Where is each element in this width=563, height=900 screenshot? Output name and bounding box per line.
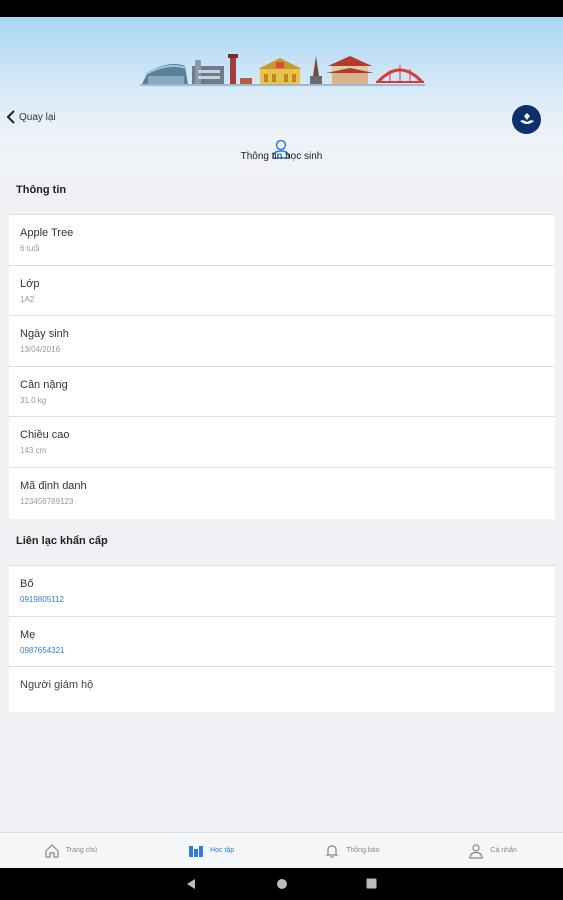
nav-label: Thông báo	[346, 847, 380, 854]
recents-square-icon[interactable]	[366, 878, 377, 889]
info-section-title: Thông tin	[16, 184, 67, 196]
info-row-weight[interactable]: Cân nặng 31.0 kg	[9, 367, 555, 418]
row-value: 13/04/2016	[20, 345, 61, 355]
row-value: 123456789123	[20, 496, 74, 506]
info-row-name[interactable]: Apple Tree 6 tuổi	[9, 215, 555, 266]
info-row-height[interactable]: Chiều cao 143 cm	[9, 417, 555, 468]
info-card: Apple Tree 6 tuổi Lớp 1A2 Ngày sinh 13/0…	[9, 214, 555, 519]
row-label: Chiều cao	[20, 429, 70, 442]
nav-study[interactable]: Học tập	[141, 833, 282, 868]
header-banner: Quay lại Thông tin học sinh	[0, 17, 563, 187]
nav-label: Cá nhân	[490, 847, 517, 854]
system-nav-bar	[0, 868, 563, 900]
chevron-left-icon	[6, 110, 15, 124]
contact-row-guardian[interactable]: Người giám hộ	[9, 667, 555, 712]
row-label: Mã định danh	[20, 479, 87, 492]
row-label: Mẹ	[20, 628, 36, 641]
row-label: Người giám hộ	[20, 679, 94, 692]
bottom-nav: Trang chủ Học tập Thông báo Cá nhân	[0, 832, 563, 868]
nav-profile[interactable]: Cá nhân	[422, 833, 563, 868]
row-label: Bố	[20, 578, 34, 590]
row-label: Lớp	[20, 277, 40, 290]
city-skyline-illustration	[140, 54, 425, 86]
contact-row-father[interactable]: Bố 0919805112	[9, 566, 555, 617]
row-value: 1A2	[20, 294, 35, 304]
info-row-birthday[interactable]: Ngày sinh 13/04/2016	[9, 316, 555, 367]
row-label: Ngày sinh	[20, 328, 69, 341]
phone-link[interactable]: 0987654321	[20, 646, 555, 656]
info-row-id[interactable]: Mã định danh 123456789123	[9, 468, 555, 519]
person-icon	[469, 843, 483, 859]
row-value: 31.0 kg	[20, 395, 47, 405]
back-label: Quay lại	[19, 111, 56, 123]
contact-card: Bố 0919805112 Mẹ 0987654321 Người giám h…	[9, 565, 555, 713]
row-label: Apple Tree	[20, 227, 74, 239]
row-label: Cân nặng	[20, 378, 68, 391]
home-icon	[45, 843, 59, 858]
info-row-class[interactable]: Lớp 1A2	[9, 266, 555, 317]
contact-section-title: Liên lạc khẩn cấp	[16, 535, 108, 547]
back-button[interactable]: Quay lại	[6, 110, 56, 124]
nav-notifications[interactable]: Thông báo	[282, 833, 423, 868]
phone-link[interactable]: 0919805112	[20, 595, 555, 605]
row-value: 6 tuổi	[20, 244, 40, 253]
nav-label: Trang chủ	[65, 847, 97, 854]
bell-icon	[325, 844, 339, 858]
nav-label: Học tập	[210, 847, 235, 854]
page-title: Thông tin học sinh	[240, 151, 323, 162]
row-value: 143 cm	[20, 446, 47, 456]
contact-row-mother[interactable]: Mẹ 0987654321	[9, 617, 555, 668]
nav-home[interactable]: Trang chủ	[0, 833, 141, 868]
status-bar	[0, 0, 563, 17]
study-icon	[189, 845, 204, 857]
home-circle-icon[interactable]	[276, 878, 288, 890]
back-triangle-icon[interactable]	[186, 878, 196, 890]
school-crest-icon[interactable]	[512, 105, 541, 134]
school-crest-emblem	[519, 112, 534, 124]
